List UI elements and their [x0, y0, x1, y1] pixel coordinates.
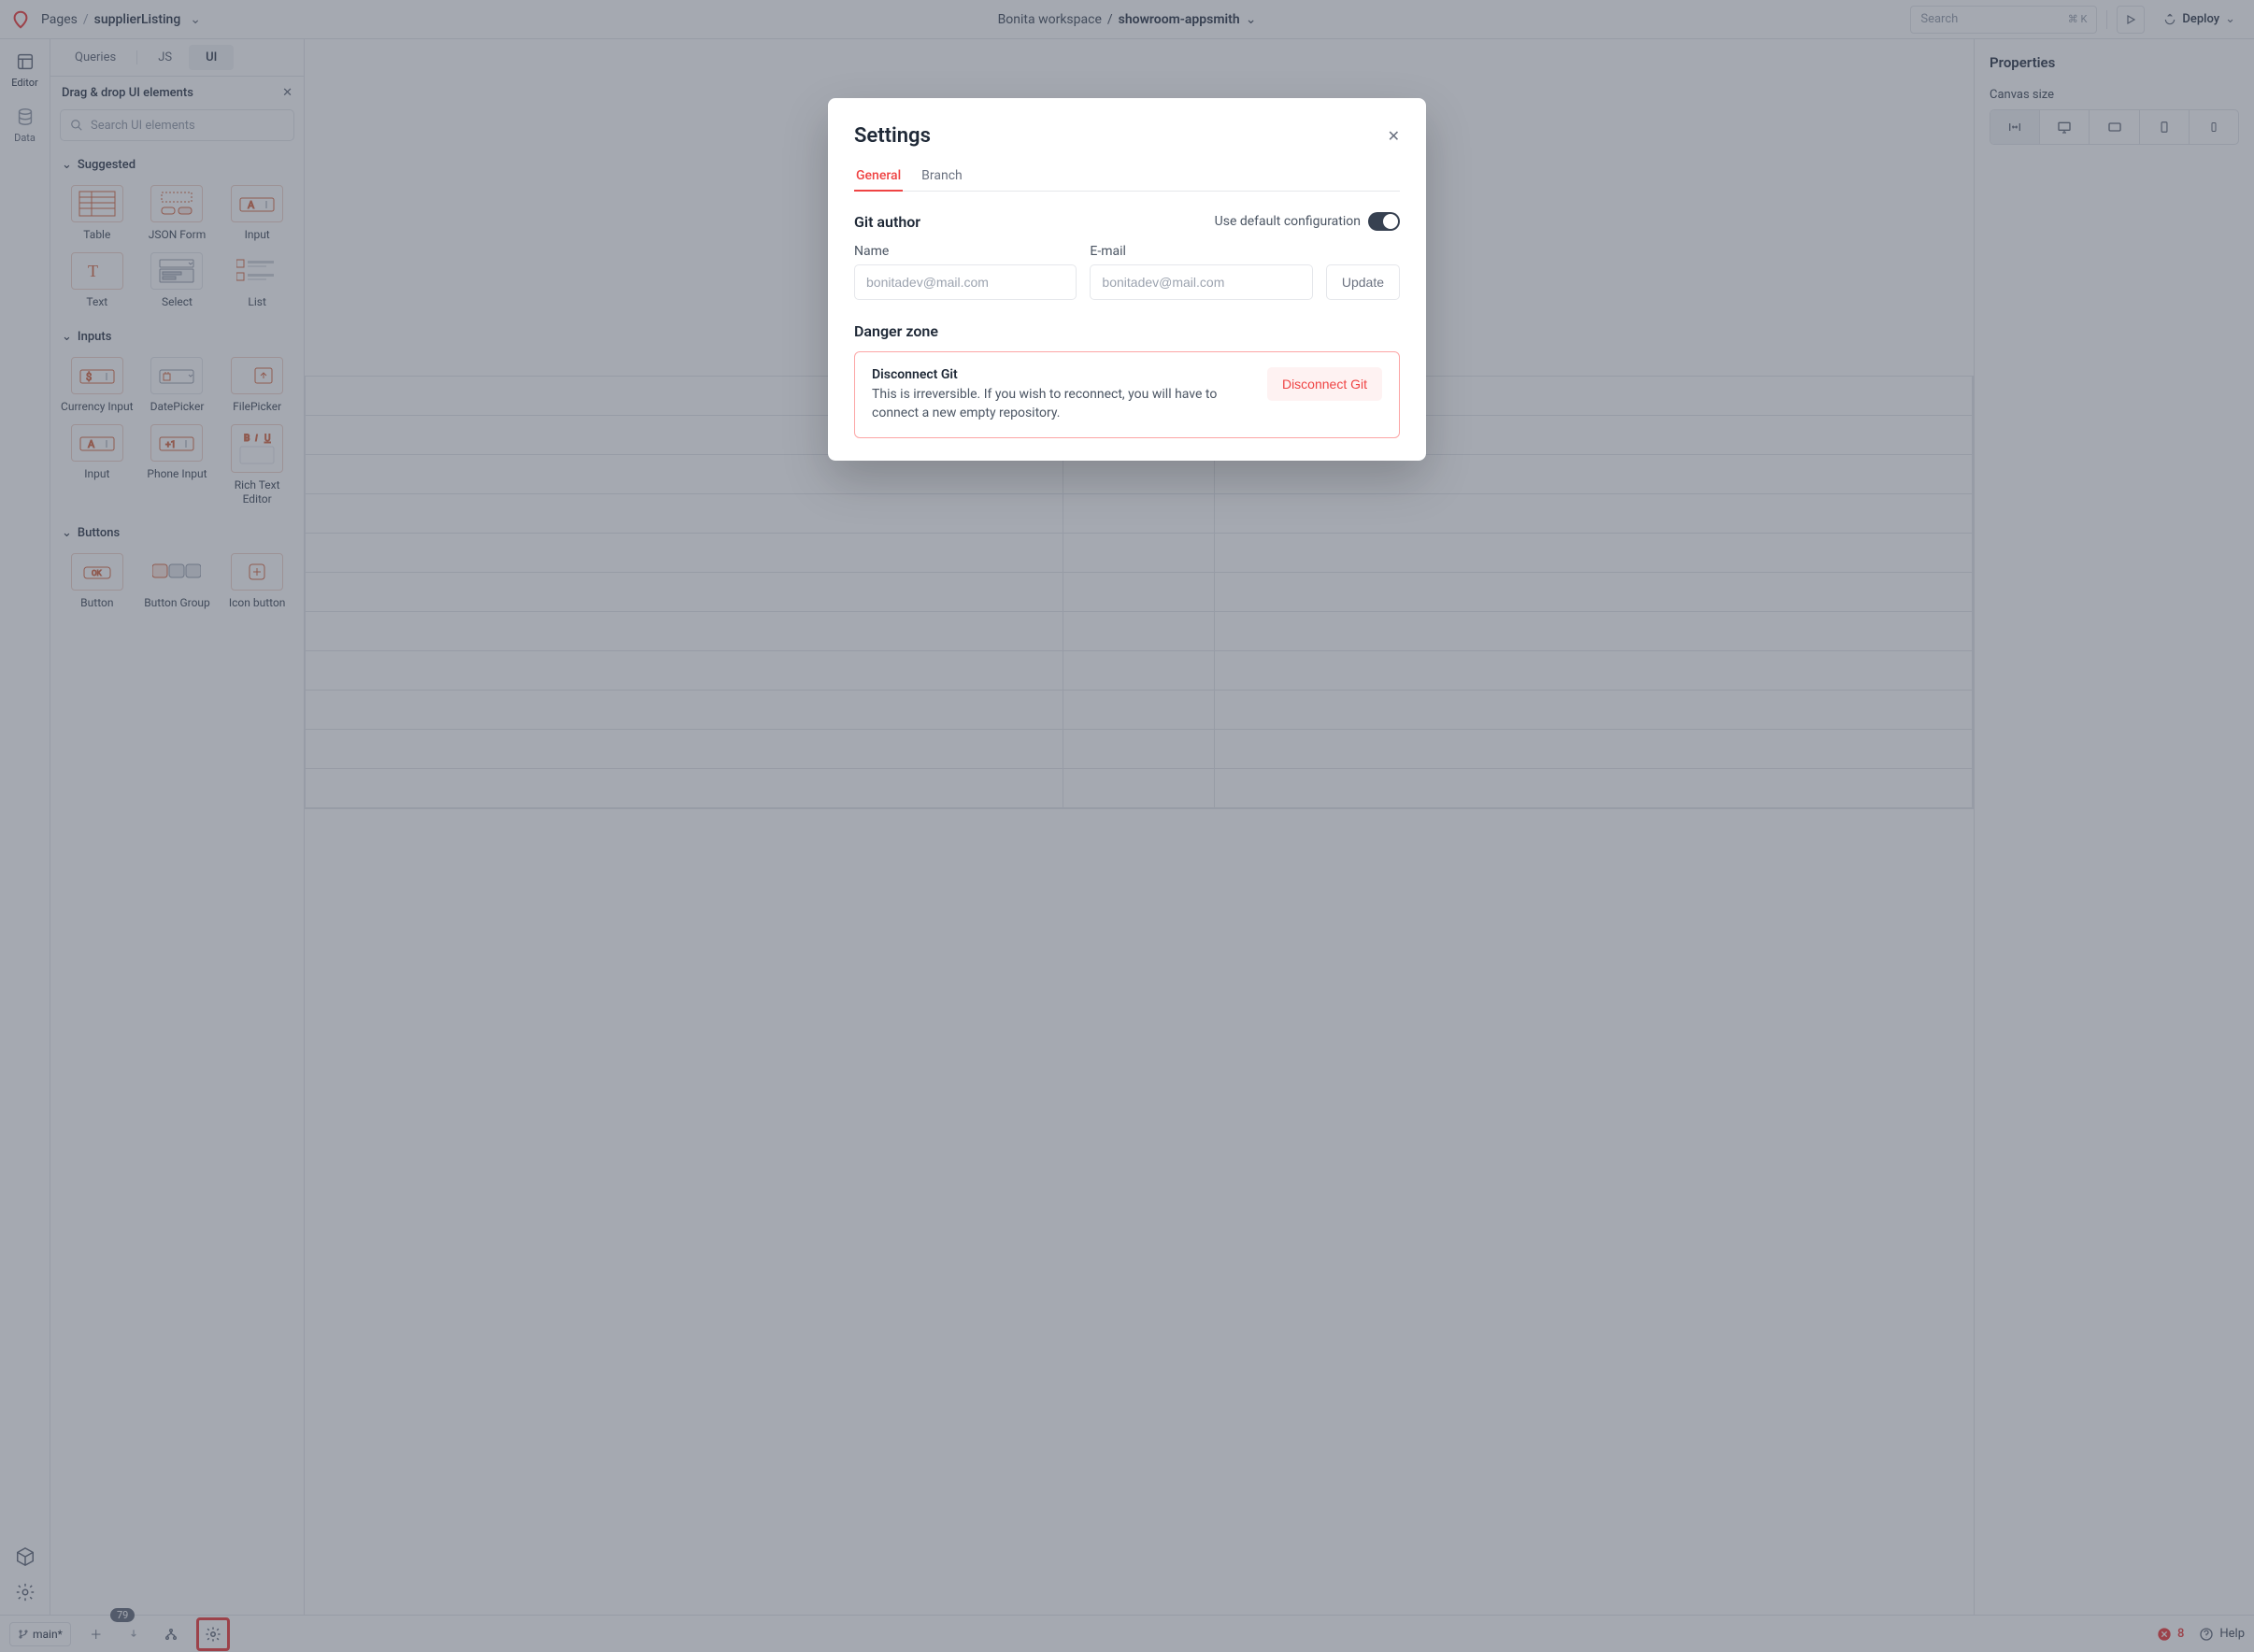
- use-default-toggle[interactable]: [1368, 212, 1400, 231]
- email-input[interactable]: [1090, 264, 1312, 300]
- update-button[interactable]: Update: [1326, 264, 1400, 300]
- tab-branch[interactable]: Branch: [920, 161, 964, 191]
- disconnect-button[interactable]: Disconnect Git: [1267, 367, 1382, 401]
- name-input[interactable]: [854, 264, 1077, 300]
- close-icon[interactable]: ✕: [1388, 127, 1400, 145]
- settings-modal: Settings ✕ General Branch Git author Use…: [828, 98, 1426, 461]
- email-label: E-mail: [1090, 244, 1312, 259]
- disconnect-title: Disconnect Git: [872, 367, 1252, 382]
- disconnect-desc: This is irreversible. If you wish to rec…: [872, 386, 1252, 422]
- modal-overlay[interactable]: Settings ✕ General Branch Git author Use…: [0, 0, 2254, 1652]
- git-author-heading: Git author: [854, 213, 920, 231]
- modal-title: Settings: [854, 124, 931, 148]
- danger-box: Disconnect Git This is irreversible. If …: [854, 351, 1400, 438]
- danger-zone-heading: Danger zone: [854, 322, 1400, 340]
- name-label: Name: [854, 244, 1077, 259]
- tab-general[interactable]: General: [854, 161, 903, 191]
- modal-tabs: General Branch: [854, 161, 1400, 192]
- use-default-label: Use default configuration: [1215, 214, 1361, 229]
